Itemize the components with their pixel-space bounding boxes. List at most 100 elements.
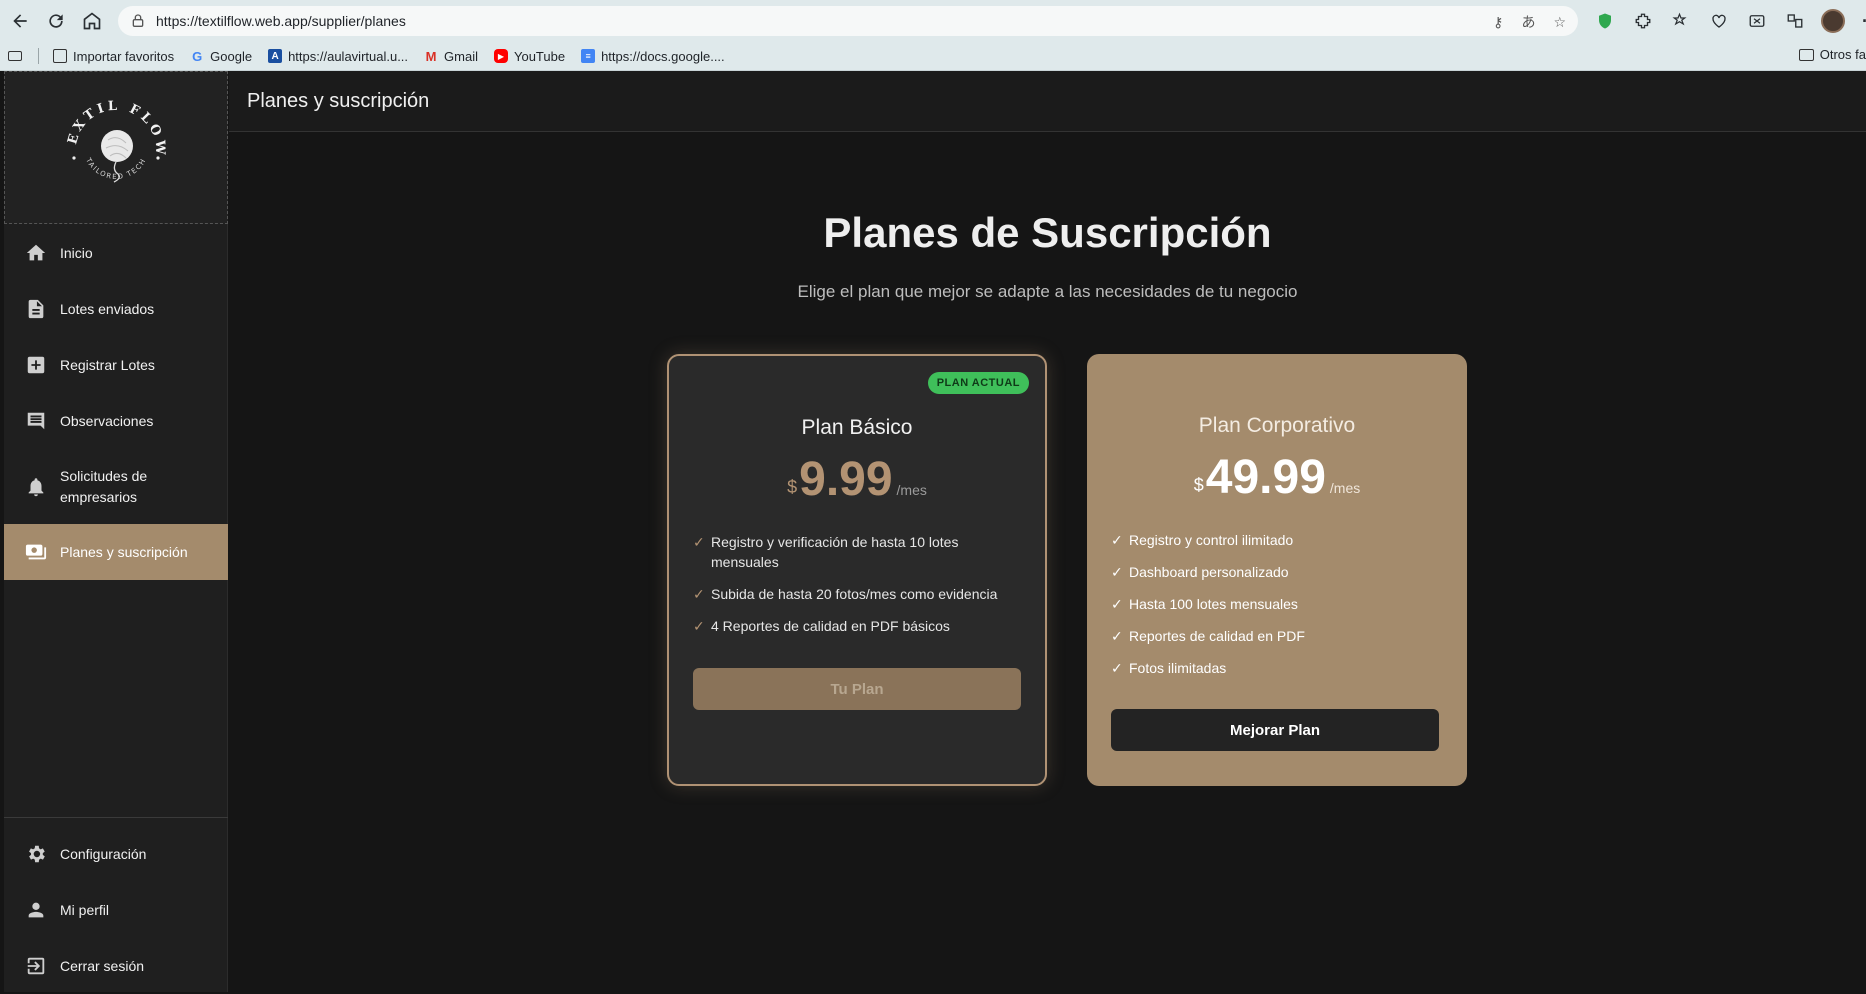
plan-name: Plan Corporativo <box>1198 414 1356 437</box>
header-title: Planes y suscripción <box>247 89 430 112</box>
plan-price: $49.99/mes <box>1087 450 1467 505</box>
extensions-icon[interactable] <box>1628 6 1658 36</box>
gear-icon <box>24 842 48 866</box>
address-bar[interactable]: https://textilflow.web.app/supplier/plan… <box>118 6 1578 36</box>
price-currency: $ <box>1193 475 1204 495</box>
address-actions: ⚷ あ ☆ <box>1493 12 1566 32</box>
feature-text: Registro y control ilimitado <box>1129 532 1294 548</box>
bookmark-aulavirtual[interactable]: Ahttps://aulavirtual.u... <box>268 49 408 64</box>
bookmark-gmail[interactable]: M Gmail <box>424 49 478 64</box>
check-icon: ✓ <box>1111 660 1123 676</box>
sidebar-item-configuracion[interactable]: Configuración <box>4 826 228 882</box>
gmail-icon: M <box>425 48 437 64</box>
feature-item: ✓ Fotos ilimitadas <box>1111 658 1441 678</box>
screenshot-icon[interactable] <box>1742 6 1772 36</box>
check-icon: ✓ <box>693 618 705 634</box>
sidebar-divider <box>4 817 228 818</box>
collections-icon[interactable] <box>1780 6 1810 36</box>
plan-name: Plan Básico <box>801 416 913 439</box>
sidebar-item-observaciones[interactable]: Observaciones <box>4 393 228 449</box>
shield-icon[interactable] <box>1590 6 1620 36</box>
textil-flow-logo: TEXTIL FLOW TAILORED TECH <box>56 88 164 183</box>
sidebar-item-label: Registrar Lotes <box>60 356 155 373</box>
feature-text: Subida de hasta 20 fotos/mes como eviden… <box>711 586 998 602</box>
more-menu-icon[interactable]: ··· <box>1856 6 1866 36</box>
sidebar-item-planes[interactable]: Planes y suscripción <box>4 524 228 580</box>
lock-icon <box>130 13 146 29</box>
feature-item: ✓ 4 Reportes de calidad en PDF básicos <box>693 616 1023 636</box>
bookmark-google[interactable]: G Google <box>190 49 252 64</box>
plan-card-basico: PLAN ACTUAL Plan Básico $9.99/mes ✓ Regis… <box>667 354 1047 786</box>
plan-features: ✓ Registro y control ilimitado ✓ Dashboard… <box>1111 530 1441 690</box>
sidebar-item-inicio[interactable]: Inicio <box>4 225 228 281</box>
tu-plan-button[interactable]: Tu Plan <box>693 668 1021 710</box>
mejorar-plan-button[interactable]: Mejorar Plan <box>1111 709 1439 751</box>
check-icon: ✓ <box>1111 596 1123 612</box>
document-icon <box>24 297 48 321</box>
plan-card-corporativo: Plan Corporativo $49.99/mes ✓ Registro y … <box>1087 354 1467 786</box>
folder-icon <box>1798 48 1814 61</box>
bookmarks-bar: Importar favoritos G Google Ahttps://aula… <box>0 42 1866 70</box>
sidebar: TEXTIL FLOW TAILORED TECH Inicio Lotes e… <box>4 71 228 992</box>
price-period: /mes <box>896 482 927 498</box>
key-icon[interactable]: ⚷ <box>1493 14 1503 31</box>
browser-toolbar: ··· <box>1590 6 1866 36</box>
home-browser-icon[interactable] <box>74 3 110 39</box>
google-docs-icon: ≡ <box>581 49 596 63</box>
bookmark-docs[interactable]: ≡ https://docs.google.... <box>581 49 725 64</box>
youtube-icon: ▶ <box>493 49 508 63</box>
browser-chrome: https://textilflow.web.app/supplier/plan… <box>0 0 1866 71</box>
sidebar-item-solicitudes[interactable]: Solicitudes de empresarios <box>4 449 228 525</box>
app: TEXTIL FLOW TAILORED TECH Inicio Lotes e… <box>0 71 1866 992</box>
bookmark-tab-icon[interactable] <box>8 51 22 61</box>
price-period: /mes <box>1329 480 1361 496</box>
feature-item: ✓ Registro y control ilimitado <box>1111 530 1441 550</box>
bookmark-youtube[interactable]: ▶ YouTube <box>493 49 565 64</box>
page-header: Planes y suscripción <box>229 71 1866 132</box>
translate-icon[interactable]: あ <box>1521 12 1535 32</box>
logo[interactable]: TEXTIL FLOW TAILORED TECH <box>4 71 228 224</box>
bookmark-other[interactable]: Otros fa <box>1798 47 1866 62</box>
check-icon: ✓ <box>693 534 705 550</box>
favorites-icon[interactable] <box>1666 6 1696 36</box>
check-icon: ✓ <box>1111 532 1123 548</box>
feature-item: ✓ Registro y verificación de hasta 10 lot… <box>693 532 1023 572</box>
check-icon: ✓ <box>1111 564 1123 580</box>
person-icon <box>24 898 48 922</box>
profile-avatar[interactable] <box>1818 6 1848 36</box>
sidebar-item-mi-perfil[interactable]: Mi perfil <box>4 882 228 938</box>
sidebar-item-label: Inicio <box>60 244 93 261</box>
bookmark-label: https://docs.google.... <box>601 48 725 64</box>
bookmark-label: Google <box>210 48 253 64</box>
feature-item: ✓ Subida de hasta 20 fotos/mes como evide… <box>693 584 1023 604</box>
logout-icon <box>24 954 48 978</box>
sidebar-item-lotes-enviados[interactable]: Lotes enviados <box>4 281 228 337</box>
folder-import-icon <box>53 49 67 63</box>
sidebar-item-registrar-lotes[interactable]: Registrar Lotes <box>4 337 228 393</box>
sidebar-item-label: Configuración <box>60 845 147 862</box>
sidebar-item-label: Cerrar sesión <box>60 957 145 974</box>
reload-icon[interactable] <box>38 3 74 39</box>
health-icon[interactable] <box>1704 6 1734 36</box>
feature-text: Registro y verificación de hasta 10 lote… <box>711 534 959 570</box>
sidebar-item-label: Observaciones <box>60 412 154 429</box>
payments-icon <box>24 540 48 564</box>
sidebar-item-cerrar-sesion[interactable]: Cerrar sesión <box>4 938 228 994</box>
page-title: Planes de Suscripción <box>823 209 1272 256</box>
bookmark-label: https://aulavirtual.u... <box>288 48 409 64</box>
aulavirtual-icon: A <box>268 49 283 63</box>
back-icon[interactable] <box>2 3 38 39</box>
price-amount: 49.99 <box>1205 451 1326 504</box>
plan-price: $9.99/mes <box>669 452 1045 507</box>
price-currency: $ <box>787 477 798 497</box>
bookmark-label: Otros fa <box>1819 47 1866 62</box>
bookmark-label: Gmail <box>444 48 478 64</box>
feature-text: 4 Reportes de calidad en PDF básicos <box>711 618 950 634</box>
bookmark-import[interactable]: Importar favoritos <box>53 49 174 64</box>
feature-text: Hasta 100 lotes mensuales <box>1129 596 1298 612</box>
star-icon[interactable]: ☆ <box>1553 14 1566 31</box>
sidebar-item-label: Mi perfil <box>60 901 110 918</box>
check-icon: ✓ <box>1111 628 1123 644</box>
feature-item: ✓ Reportes de calidad en PDF <box>1111 626 1441 646</box>
price-amount: 9.99 <box>799 453 893 506</box>
